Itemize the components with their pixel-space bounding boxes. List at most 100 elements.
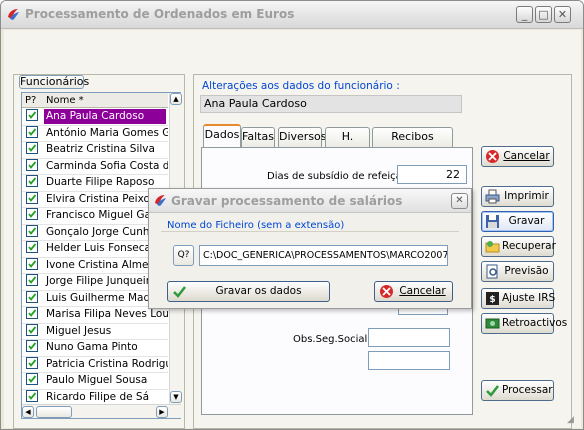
dialog-title-bar[interactable]: Gravar processamento de salários ✕	[149, 189, 471, 213]
row-checkbox[interactable]	[26, 191, 38, 204]
employee-name-cell: Nuno Gama Pinto	[46, 341, 138, 353]
grid-header: P? Nome *	[22, 93, 168, 108]
process-button[interactable]: Processar	[481, 380, 554, 401]
table-row[interactable]: Miguel Jesus	[22, 323, 168, 340]
row-checkbox[interactable]	[26, 307, 38, 319]
scroll-right-icon[interactable]: ▶	[156, 406, 168, 418]
row-checkbox[interactable]	[26, 356, 38, 369]
row-checkbox[interactable]	[26, 274, 38, 286]
employee-name-cell: Jorge Filipe Junqueira	[46, 275, 157, 287]
scroll-down-icon[interactable]: ▼	[170, 391, 182, 403]
row-checkbox[interactable]	[26, 389, 38, 402]
cancel-icon	[486, 150, 499, 163]
row-checkbox[interactable]	[26, 175, 38, 187]
preview-button-label: Previsão	[504, 265, 549, 277]
table-row[interactable]: Ricardo Filipe de Sá	[22, 389, 168, 405]
table-row[interactable]: Jorge Filipe Junqueira	[22, 274, 168, 291]
row-checkbox[interactable]	[26, 109, 38, 121]
row-checkbox[interactable]	[26, 241, 38, 253]
main-window: Processamento de Ordenados em Euros _ □ …	[0, 0, 584, 430]
recover-button-label: Recuperar	[502, 240, 556, 252]
save-processing-dialog: Gravar processamento de salários ✕ Nome …	[148, 188, 472, 309]
table-row[interactable]: Carminda Sofia Costa das Ne	[22, 158, 168, 175]
print-button[interactable]: Imprimir	[481, 186, 554, 207]
row-checkbox[interactable]	[26, 323, 38, 336]
col-check-header[interactable]: P?	[25, 93, 36, 108]
save-button[interactable]: Gravar	[481, 211, 554, 232]
dialog-divider	[161, 231, 459, 232]
recover-button[interactable]: Recuperar	[481, 236, 556, 257]
svg-text:$: $	[489, 295, 495, 305]
obs-seg-social-input-2[interactable]	[368, 351, 450, 370]
row-checkbox[interactable]	[26, 224, 38, 237]
dialog-cancel-button-label: Cancelar	[399, 285, 446, 297]
print-button-label: Imprimir	[504, 190, 549, 202]
row-checkbox[interactable]	[26, 142, 38, 154]
maximize-icon: □	[538, 8, 549, 21]
table-row[interactable]: António Maria Gomes Gonçalv	[22, 125, 168, 142]
resize-grip-icon[interactable]: ◢	[567, 415, 579, 427]
adjust-irs-button[interactable]: $ Ajuste IRS	[481, 288, 555, 309]
table-row[interactable]: Nuno Gama Pinto	[22, 340, 168, 357]
row-checkbox[interactable]	[26, 208, 38, 220]
employee-name-cell: Miguel Jesus	[46, 324, 112, 337]
help-button[interactable]: Q?	[173, 245, 194, 266]
floppy-disk-icon	[486, 215, 499, 228]
table-row[interactable]: Elvira Cristina Peixoto Andrad	[22, 191, 168, 208]
col-name-header[interactable]: Nome *	[46, 93, 84, 108]
retroactive-button-label: Retroactivos	[502, 317, 568, 329]
tab-h-extra[interactable]: H. Extra	[325, 127, 370, 161]
row-checkbox[interactable]	[26, 158, 38, 171]
tab-dados[interactable]: Dados	[203, 124, 241, 147]
tab-diversos[interactable]: Diversos	[278, 127, 327, 147]
printer-icon	[485, 189, 500, 204]
table-row[interactable]: Marisa Filipa Neves Lous	[22, 307, 168, 324]
maximize-button[interactable]: □	[535, 6, 552, 23]
scroll-thumb[interactable]	[36, 406, 72, 418]
row-checkbox[interactable]	[26, 125, 38, 138]
employee-name-cell: Beatriz Cristina Silva	[46, 143, 155, 155]
scroll-left-icon[interactable]: ◀	[22, 406, 34, 418]
table-row[interactable]: Gonçalo Jorge Cunha Alv	[22, 224, 168, 241]
tab-faltas[interactable]: Faltas	[241, 127, 275, 147]
grid-hscrollbar[interactable]: ◀ ▶	[22, 404, 181, 418]
table-row[interactable]: Duarte Filipe Raposo	[22, 175, 168, 192]
obs-seg-social-input[interactable]	[368, 328, 450, 347]
row-checkbox[interactable]	[26, 290, 38, 303]
employee-name-cell: António Maria Gomes Gonçalv	[46, 126, 168, 139]
app-logo-icon	[8, 9, 19, 20]
dialog-close-button[interactable]: ✕	[451, 193, 468, 209]
employee-name-cell: Helder Luis Fonseca	[46, 242, 151, 254]
table-row[interactable]: Ivone Cristina Almeida	[22, 257, 168, 274]
subsidio-input[interactable]: 22	[397, 165, 467, 184]
checkmark-icon	[173, 286, 186, 298]
save-button-label: Gravar	[508, 215, 545, 227]
dialog-cancel-button[interactable]: Cancelar	[374, 281, 453, 302]
file-name-input[interactable]: C:\DOC_GENERICA\PROCESSAMENTOS\MARCO2007…	[199, 245, 448, 266]
save-data-button[interactable]: Gravar os dados	[167, 281, 330, 302]
row-checkbox[interactable]	[26, 373, 38, 385]
minimize-button[interactable]: _	[516, 6, 533, 23]
preview-icon	[486, 264, 498, 279]
table-row[interactable]: Helder Luis Fonseca	[22, 241, 168, 258]
row-checkbox[interactable]	[26, 340, 38, 352]
scroll-up-icon[interactable]: ▲	[170, 93, 182, 105]
table-row[interactable]: Beatriz Cristina Silva	[22, 142, 168, 159]
table-row[interactable]: Paulo Miguel Sousa	[22, 373, 168, 390]
table-row[interactable]: Francisco Miguel Gamito	[22, 208, 168, 225]
preview-button[interactable]: Previsão	[481, 261, 554, 282]
table-row[interactable]: Ana Paula Cardoso	[22, 109, 168, 126]
process-button-label: Processar	[502, 384, 553, 396]
employee-name-cell: Ricardo Filipe de Sá	[46, 390, 150, 403]
row-checkbox[interactable]	[26, 257, 38, 270]
employee-name-cell: Patricia Cristina Rodrigues	[46, 357, 168, 370]
title-bar[interactable]: Processamento de Ordenados em Euros _ □ …	[1, 1, 583, 29]
table-row[interactable]: Luis Guilherme Madeira	[22, 290, 168, 307]
cancel-button[interactable]: Cancelar	[481, 146, 554, 167]
retroactive-button[interactable]: Retroactivos	[481, 313, 568, 334]
partial-input-behind-dialog[interactable]	[398, 309, 448, 315]
close-button[interactable]: ✕	[554, 6, 571, 23]
table-row[interactable]: Patricia Cristina Rodrigues	[22, 356, 168, 373]
employees-group-label[interactable]: Funcionários	[19, 75, 89, 89]
tab-recibos-diversos[interactable]: Recibos Diversos	[372, 127, 453, 161]
